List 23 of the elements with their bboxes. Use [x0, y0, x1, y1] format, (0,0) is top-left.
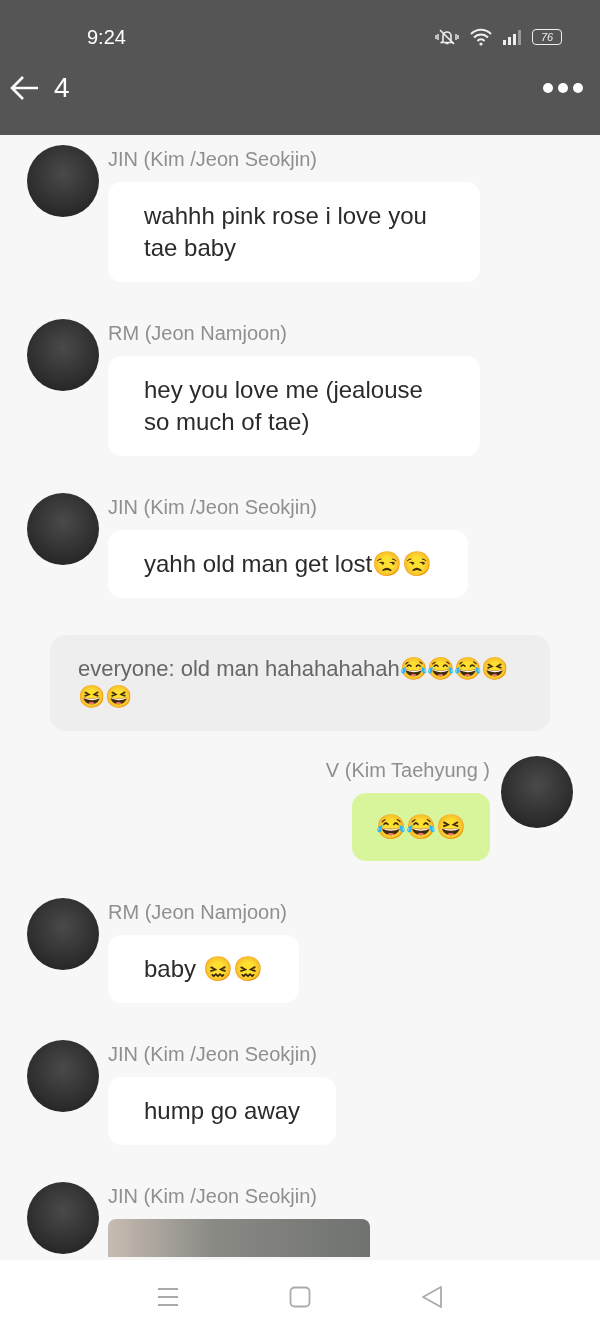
- message-bubble: baby 😖😖: [108, 935, 299, 1003]
- message-bubble: 😂😂😆: [352, 793, 490, 861]
- muted-bell-icon: [434, 28, 460, 46]
- back-arrow-icon[interactable]: [10, 75, 40, 101]
- message-bubble: yahh old man get lost😒😒: [108, 530, 469, 598]
- message-bubble: wahhh pink rose i love you tae baby: [108, 182, 480, 282]
- signal-icon: [502, 29, 522, 45]
- sender-name: JIN (Kim /Jeon Seokjin): [108, 495, 317, 520]
- wifi-icon: [470, 28, 492, 46]
- group-message-note: everyone: old man hahahahahah😂😂😂😆😆😆: [50, 635, 550, 731]
- battery-level: 76: [532, 29, 562, 45]
- status-time: 9:24: [87, 25, 127, 49]
- photo-placeholder[interactable]: [108, 1219, 370, 1257]
- sender-name: JIN (Kim /Jeon Seokjin): [108, 147, 317, 172]
- sender-name: RM (Jeon Namjoon): [108, 321, 287, 346]
- sender-name: JIN (Kim /Jeon Seokjin): [108, 1042, 317, 1067]
- message-bubble: hey you love me (jealouse so much of tae): [108, 356, 480, 456]
- unread-count: 4: [54, 72, 71, 104]
- sender-name: JIN (Kim /Jeon Seokjin): [108, 1184, 317, 1209]
- message-bubble: hump go away: [108, 1077, 337, 1145]
- sender-name: V (Kim Taehyung ): [325, 758, 490, 783]
- sender-name: RM (Jeon Namjoon): [108, 900, 287, 925]
- more-options-icon[interactable]: [542, 82, 584, 94]
